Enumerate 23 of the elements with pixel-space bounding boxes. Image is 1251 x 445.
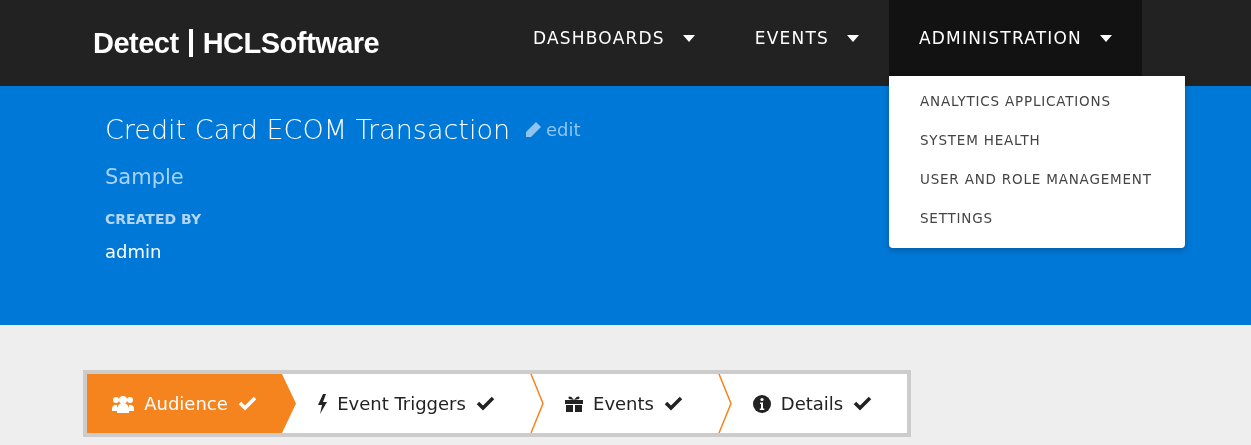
nav-menu[interactable]: DASHBOARDS: [503, 0, 725, 76]
chevron-divider: [718, 374, 732, 433]
subtitle: Sample: [105, 165, 184, 189]
field-label: CREATED BY: [105, 211, 202, 227]
logo-product: Detect: [93, 26, 179, 60]
caret-icon: [847, 34, 859, 42]
menu-item[interactable]: USER AND ROLE MANAGEMENT: [889, 168, 1185, 207]
caret-icon: [1100, 34, 1113, 42]
menu-item[interactable]: SETTINGS: [889, 207, 1185, 246]
menu-item[interactable]: ANALYTICS APPLICATIONS: [889, 90, 1185, 129]
gift-icon: [565, 395, 583, 412]
nav-menu[interactable]: ADMINISTRATION: [889, 0, 1143, 76]
pencil-icon: [524, 120, 543, 139]
nav-menu[interactable]: EVENTS: [724, 0, 889, 76]
menu-item[interactable]: SYSTEM HEALTH: [889, 129, 1185, 168]
chevron-divider: [530, 374, 544, 433]
caret-icon: [682, 34, 695, 42]
field-value: admin: [105, 241, 162, 262]
info-icon: [752, 394, 771, 413]
page-title: Credit Card ECOM Transaction: [105, 114, 511, 145]
lightning-icon: [317, 393, 328, 414]
logo-brand: HCLSoftware: [202, 26, 380, 60]
users-icon: [112, 394, 135, 413]
